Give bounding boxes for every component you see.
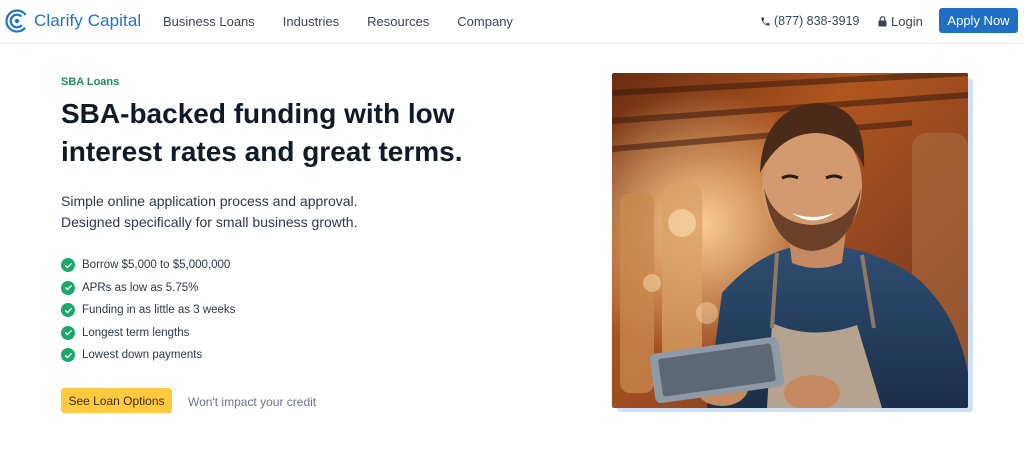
login-label: Login	[891, 14, 923, 29]
benefit-text: Borrow $5,000 to $5,000,000	[82, 259, 231, 272]
phone-icon	[761, 16, 770, 26]
benefit-item: Borrow $5,000 to $5,000,000	[61, 254, 235, 277]
login-link[interactable]: Login	[878, 14, 923, 29]
check-circle-icon	[61, 325, 75, 340]
benefit-item: APRs as low as 5.75%	[61, 277, 235, 300]
menu-item-business-loans[interactable]: Business Loans	[163, 14, 255, 29]
menu-item-industries[interactable]: Industries	[283, 14, 339, 29]
phone-number: (877) 838-3919	[774, 14, 860, 28]
benefit-text: Longest term lengths	[82, 326, 190, 339]
credit-note: Won't impact your credit	[188, 395, 317, 409]
menu-item-resources[interactable]: Resources	[367, 14, 429, 29]
see-loan-options-button[interactable]: See Loan Options	[61, 388, 172, 413]
hero-subtext: Simple online application process and ap…	[61, 191, 481, 233]
eyebrow-label: SBA Loans	[61, 76, 120, 88]
subtext-line-2: Designed specifically for small business…	[61, 214, 358, 230]
check-circle-icon	[61, 280, 75, 295]
benefit-item: Lowest down payments	[61, 344, 235, 367]
apply-now-button[interactable]: Apply Now	[939, 8, 1018, 33]
page-headline: SBA-backed funding with low interest rat…	[61, 98, 463, 167]
brand-logo[interactable]: Clarify Capital	[5, 9, 141, 33]
check-circle-icon	[61, 348, 75, 363]
main-menu: Business Loans Industries Resources Comp…	[163, 14, 541, 29]
benefit-item: Funding in as little as 3 weeks	[61, 299, 235, 322]
subtext-line-1: Simple online application process and ap…	[61, 193, 358, 209]
benefit-text: APRs as low as 5.75%	[82, 281, 199, 294]
menu-item-company[interactable]: Company	[457, 14, 513, 29]
check-circle-icon	[61, 258, 75, 273]
hero-photo	[612, 73, 968, 408]
benefit-text: Lowest down payments	[82, 349, 203, 362]
phone-link[interactable]: (877) 838-3919	[760, 14, 859, 28]
benefits-list: Borrow $5,000 to $5,000,000 APRs as low …	[61, 254, 235, 367]
brand-name: Clarify Capital	[34, 11, 142, 30]
hero-photo-illustration	[612, 73, 968, 408]
benefit-text: Funding in as little as 3 weeks	[82, 304, 236, 317]
lock-icon	[878, 16, 887, 27]
benefit-item: Longest term lengths	[61, 322, 235, 345]
logo-icon	[5, 9, 29, 33]
top-navigation: Clarify Capital Business Loans Industrie…	[0, 0, 1024, 44]
check-circle-icon	[61, 303, 75, 318]
